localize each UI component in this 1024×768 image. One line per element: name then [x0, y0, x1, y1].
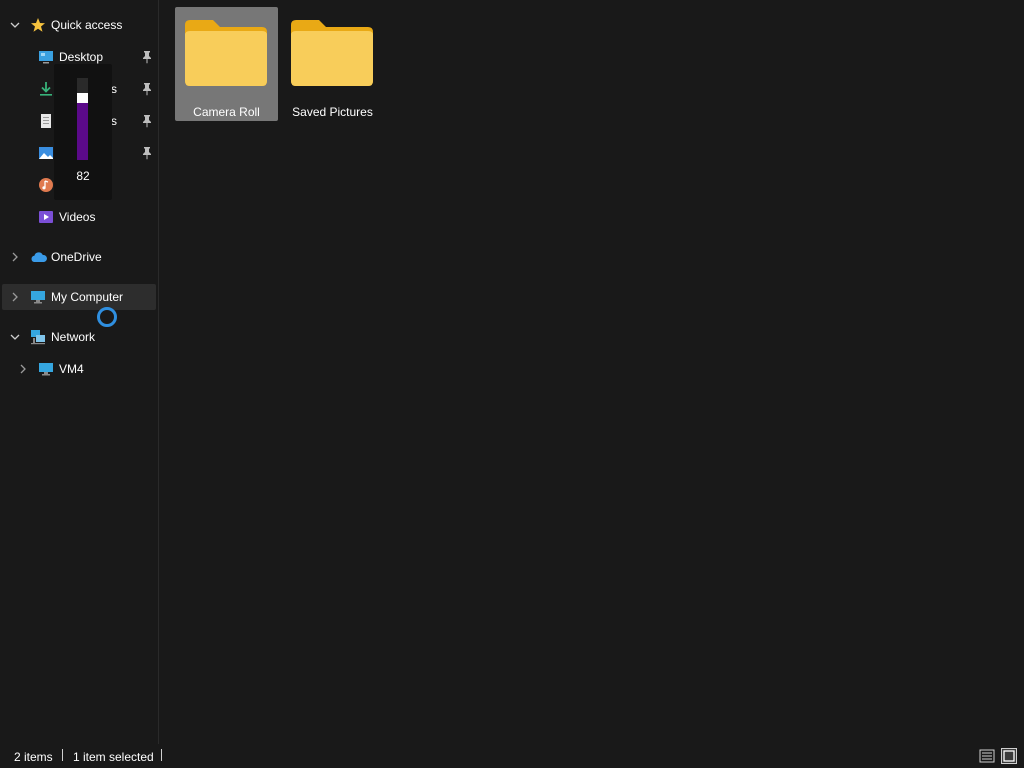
details-view-icon[interactable] — [979, 748, 995, 764]
star-icon — [30, 17, 46, 33]
volume-slider[interactable] — [77, 78, 88, 160]
nav-item-my-computer[interactable]: My Computer — [2, 284, 156, 310]
pin-icon — [141, 50, 153, 64]
busy-cursor-icon — [97, 307, 117, 327]
chevron-right-icon[interactable] — [9, 291, 21, 303]
onedrive-icon — [30, 249, 47, 265]
videos-icon — [38, 209, 54, 225]
nav-label-vm4: VM4 — [59, 362, 84, 376]
chevron-right-icon[interactable] — [17, 363, 29, 375]
computer-icon — [38, 361, 54, 377]
status-bar: 2 items 1 item selected — [0, 744, 1024, 768]
nav-item-onedrive[interactable]: OneDrive — [2, 244, 156, 270]
large-icons-view-icon[interactable] — [1001, 748, 1017, 764]
file-view: Camera Roll Saved Pictures — [160, 0, 1024, 744]
chevron-down-icon[interactable] — [9, 331, 21, 343]
nav-label-desktop: Desktop — [59, 50, 104, 64]
folder-icon — [183, 19, 269, 90]
volume-overlay: 82 — [54, 64, 112, 200]
status-divider — [62, 749, 63, 761]
nav-label-onedrive: OneDrive — [51, 250, 102, 264]
chevron-right-icon[interactable] — [9, 251, 21, 263]
documents-icon — [38, 113, 54, 129]
volume-value: 82 — [76, 169, 90, 183]
nav-item-vm4[interactable]: VM4 — [2, 356, 156, 382]
folder-name: Camera Roll — [193, 105, 260, 119]
pin-icon — [141, 114, 153, 128]
pictures-icon — [38, 145, 54, 161]
desktop-icon — [38, 49, 54, 65]
nav-label-videos: Videos — [59, 210, 96, 224]
status-item-count: 2 items — [14, 750, 53, 764]
music-icon — [38, 177, 54, 193]
folder-name: Saved Pictures — [292, 105, 373, 119]
pin-icon — [141, 82, 153, 96]
computer-icon — [30, 289, 46, 305]
pin-icon — [141, 146, 153, 160]
volume-fill — [77, 93, 88, 160]
download-icon — [38, 81, 54, 97]
chevron-down-icon[interactable] — [9, 19, 21, 31]
nav-label-my-computer: My Computer — [51, 290, 124, 304]
folder-item-camera-roll[interactable]: Camera Roll — [175, 7, 278, 121]
nav-item-network[interactable]: Network — [2, 324, 156, 350]
nav-item-quick-access[interactable]: Quick access — [2, 12, 156, 38]
nav-item-videos[interactable]: Videos — [2, 204, 156, 230]
folder-item-saved-pictures[interactable]: Saved Pictures — [281, 7, 384, 121]
status-selection: 1 item selected — [73, 750, 154, 764]
nav-label-network: Network — [51, 330, 96, 344]
folder-icon — [289, 19, 375, 90]
status-divider — [161, 749, 162, 761]
nav-label-quick-access: Quick access — [51, 18, 123, 32]
volume-thumb[interactable] — [77, 93, 88, 103]
network-icon — [30, 329, 46, 345]
